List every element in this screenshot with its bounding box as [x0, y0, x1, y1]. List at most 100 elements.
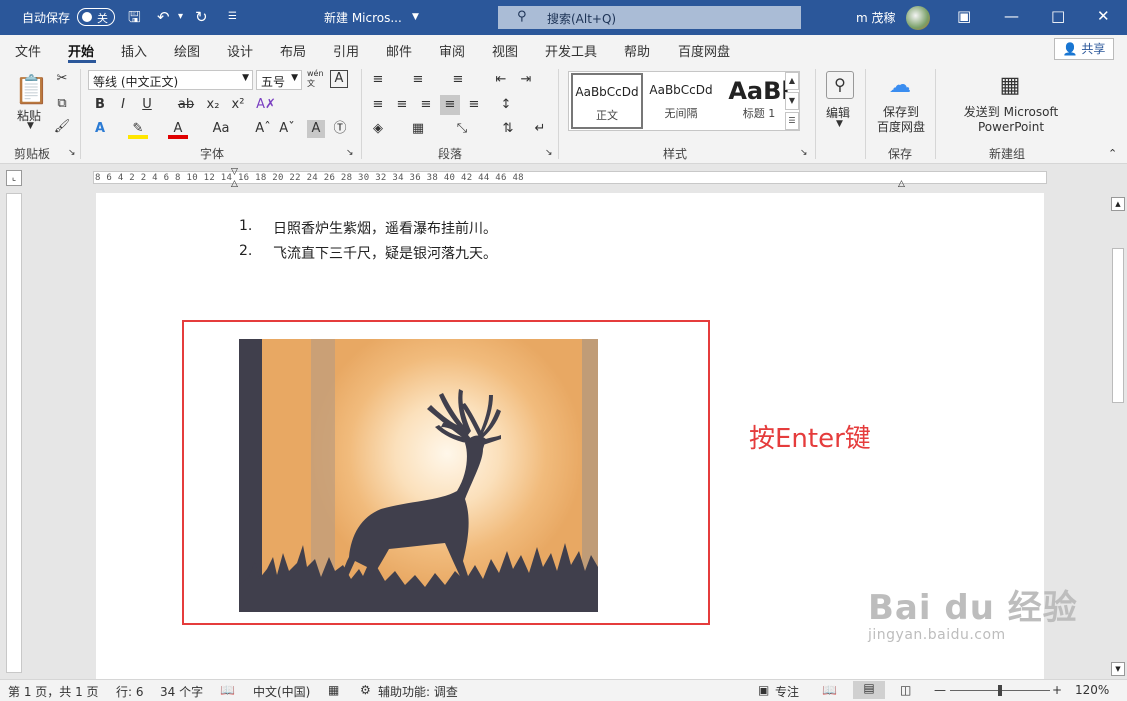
styles-more-icon[interactable]: ☰ — [785, 112, 799, 130]
grow-font-icon[interactable]: Aˆ — [253, 119, 273, 139]
send-to-ppt-label[interactable]: 发送到 Microsoft PowerPoint — [945, 105, 1077, 135]
font-size-dropdown[interactable]: 五号 ▼ — [256, 70, 302, 90]
zoom-level[interactable]: 120% — [1075, 683, 1109, 697]
line-spacing-icon[interactable]: ↕ — [496, 95, 516, 115]
multilevel-list-icon[interactable]: ≡ — [448, 70, 468, 90]
redo-icon[interactable]: ↻ — [195, 8, 208, 26]
styles-launcher-icon[interactable]: ↘ — [800, 148, 808, 158]
increase-indent-icon[interactable]: ⇥ — [516, 70, 536, 90]
customize-toolbar-icon[interactable]: ☰ — [228, 8, 237, 26]
show-formatting-icon[interactable]: ↵ — [530, 119, 550, 139]
list-item[interactable]: 日照香炉生紫烟，遥看瀑布挂前川。 — [273, 218, 497, 238]
phonetic-guide-icon[interactable]: wén 文 — [307, 69, 324, 89]
tab-baidu-pan[interactable]: 百度网盘 — [678, 41, 730, 60]
line-number[interactable]: 行: 6 — [116, 683, 144, 700]
align-left-icon[interactable]: ≡ — [368, 95, 388, 115]
title-dropdown-icon[interactable]: ▼ — [412, 12, 419, 22]
styles-scroll-up-icon[interactable]: ▲ — [785, 72, 799, 90]
collapse-ribbon-icon[interactable]: ⌃ — [1108, 147, 1117, 160]
subscript-icon[interactable]: x₂ — [203, 95, 223, 115]
tab-view[interactable]: 视图 — [492, 41, 518, 60]
page-count[interactable]: 第 1 页，共 1 页 — [8, 683, 99, 700]
undo-icon[interactable]: ↶ — [157, 8, 170, 26]
tab-layout[interactable]: 布局 — [280, 41, 306, 60]
tab-references[interactable]: 引用 — [333, 41, 359, 60]
shading-icon[interactable]: ◈ — [368, 119, 388, 139]
sort-icon[interactable]: ⇅ — [498, 119, 518, 139]
styles-scroll-down-icon[interactable]: ▼ — [785, 92, 799, 110]
bold-icon[interactable]: B — [90, 95, 110, 115]
clear-formatting-icon[interactable]: A✗ — [256, 95, 276, 115]
search-box[interactable]: ⚲ 搜索(Alt+Q) — [498, 6, 801, 29]
tab-draw[interactable]: 绘图 — [174, 41, 200, 60]
minimize-icon[interactable]: — — [1004, 7, 1019, 25]
right-indent-marker-icon[interactable]: △ — [898, 179, 905, 189]
zoom-in-icon[interactable]: + — [1052, 683, 1062, 697]
paste-icon[interactable]: 📋 — [14, 73, 49, 107]
document-title[interactable]: 新建 Micros... — [324, 9, 402, 26]
proofing-icon[interactable]: 📖 — [220, 683, 235, 697]
list-item[interactable]: 飞流直下三千尺，疑是银河落九天。 — [273, 243, 497, 263]
tab-mailings[interactable]: 邮件 — [386, 41, 412, 60]
language[interactable]: 中文(中国) — [253, 683, 310, 700]
horizontal-ruler[interactable]: ⌞ 8 6 4 2 2 4 6 8 10 12 14 16 18 20 22 2… — [0, 165, 1127, 189]
tab-file[interactable]: 文件 — [15, 41, 41, 60]
zoom-out-icon[interactable]: — — [934, 683, 946, 697]
decrease-indent-icon[interactable]: ⇤ — [491, 70, 511, 90]
save-to-baidu-label[interactable]: 保存到 百度网盘 — [876, 105, 926, 135]
format-painter-icon[interactable]: 🖌 — [52, 117, 72, 137]
accessibility-status[interactable]: 辅助功能: 调查 — [378, 683, 458, 700]
undo-dropdown-icon[interactable]: ▾ — [178, 8, 183, 26]
word-count[interactable]: 34 个字 — [160, 683, 203, 700]
maximize-icon[interactable]: □ — [1051, 7, 1065, 25]
accessibility-icon[interactable]: ⚙ — [360, 683, 371, 697]
ribbon-display-icon[interactable]: ▣ — [957, 7, 971, 25]
underline-icon[interactable]: U — [137, 95, 157, 115]
highlight-color-icon[interactable]: ✎ — [128, 119, 148, 139]
zoom-slider[interactable] — [950, 685, 1050, 696]
avatar[interactable] — [906, 6, 930, 30]
deer-image[interactable] — [239, 339, 598, 612]
vertical-scrollbar[interactable]: ▲ ▼ — [1110, 193, 1127, 683]
tab-insert[interactable]: 插入 — [121, 41, 147, 60]
focus-icon[interactable]: ▣ — [758, 683, 769, 697]
borders-icon[interactable]: ▦ — [408, 119, 428, 139]
chevron-down-icon[interactable]: ▼ — [836, 119, 843, 129]
distributed-icon[interactable]: ≡ — [464, 95, 484, 115]
tab-review[interactable]: 审阅 — [439, 41, 465, 60]
bullets-icon[interactable]: ≡ — [368, 70, 388, 90]
character-shading-icon[interactable]: A — [307, 120, 325, 138]
vertical-ruler[interactable] — [6, 193, 22, 673]
zoom-slider-thumb[interactable] — [998, 685, 1002, 696]
read-mode-icon[interactable]: 📖 — [822, 683, 837, 697]
predictions-icon[interactable]: ▦ — [328, 683, 339, 697]
font-launcher-icon[interactable]: ↘ — [346, 148, 354, 158]
scroll-up-icon[interactable]: ▲ — [1111, 197, 1125, 211]
enclose-characters-icon[interactable]: Ⓣ — [330, 119, 350, 139]
italic-icon[interactable]: I — [113, 95, 133, 115]
autosave-toggle[interactable]: 关 — [77, 8, 115, 26]
paragraph-launcher-icon[interactable]: ↘ — [545, 148, 553, 158]
tab-help[interactable]: 帮助 — [624, 41, 650, 60]
font-color-icon[interactable]: A — [168, 119, 188, 139]
change-case-icon[interactable]: Aa — [206, 119, 236, 139]
indent-marker-icon[interactable]: △ — [231, 179, 238, 189]
justify-icon[interactable]: ≡ — [440, 95, 460, 115]
cut-icon[interactable]: ✂ — [52, 69, 72, 89]
clipboard-launcher-icon[interactable]: ↘ — [68, 148, 76, 158]
tab-home[interactable]: 开始 — [68, 41, 94, 60]
tab-design[interactable]: 设计 — [227, 41, 253, 60]
style-normal[interactable]: AaBbCcDd 正文 — [571, 73, 643, 129]
character-border-icon[interactable]: A — [330, 70, 348, 88]
text-effects-icon[interactable]: A — [90, 119, 110, 139]
paste-dropdown-icon[interactable]: ▼ — [27, 121, 34, 131]
focus-label[interactable]: 专注 — [775, 683, 799, 700]
align-right-icon[interactable]: ≡ — [416, 95, 436, 115]
shrink-font-icon[interactable]: Aˇ — [277, 119, 297, 139]
copy-icon[interactable]: ⧉ — [52, 94, 72, 114]
superscript-icon[interactable]: x² — [228, 95, 248, 115]
numbering-icon[interactable]: ≡ — [408, 70, 428, 90]
align-center-icon[interactable]: ≡ — [392, 95, 412, 115]
find-icon[interactable]: ⚲ — [826, 71, 854, 99]
font-name-dropdown[interactable]: 等线 (中文正文) ▼ — [88, 70, 253, 90]
